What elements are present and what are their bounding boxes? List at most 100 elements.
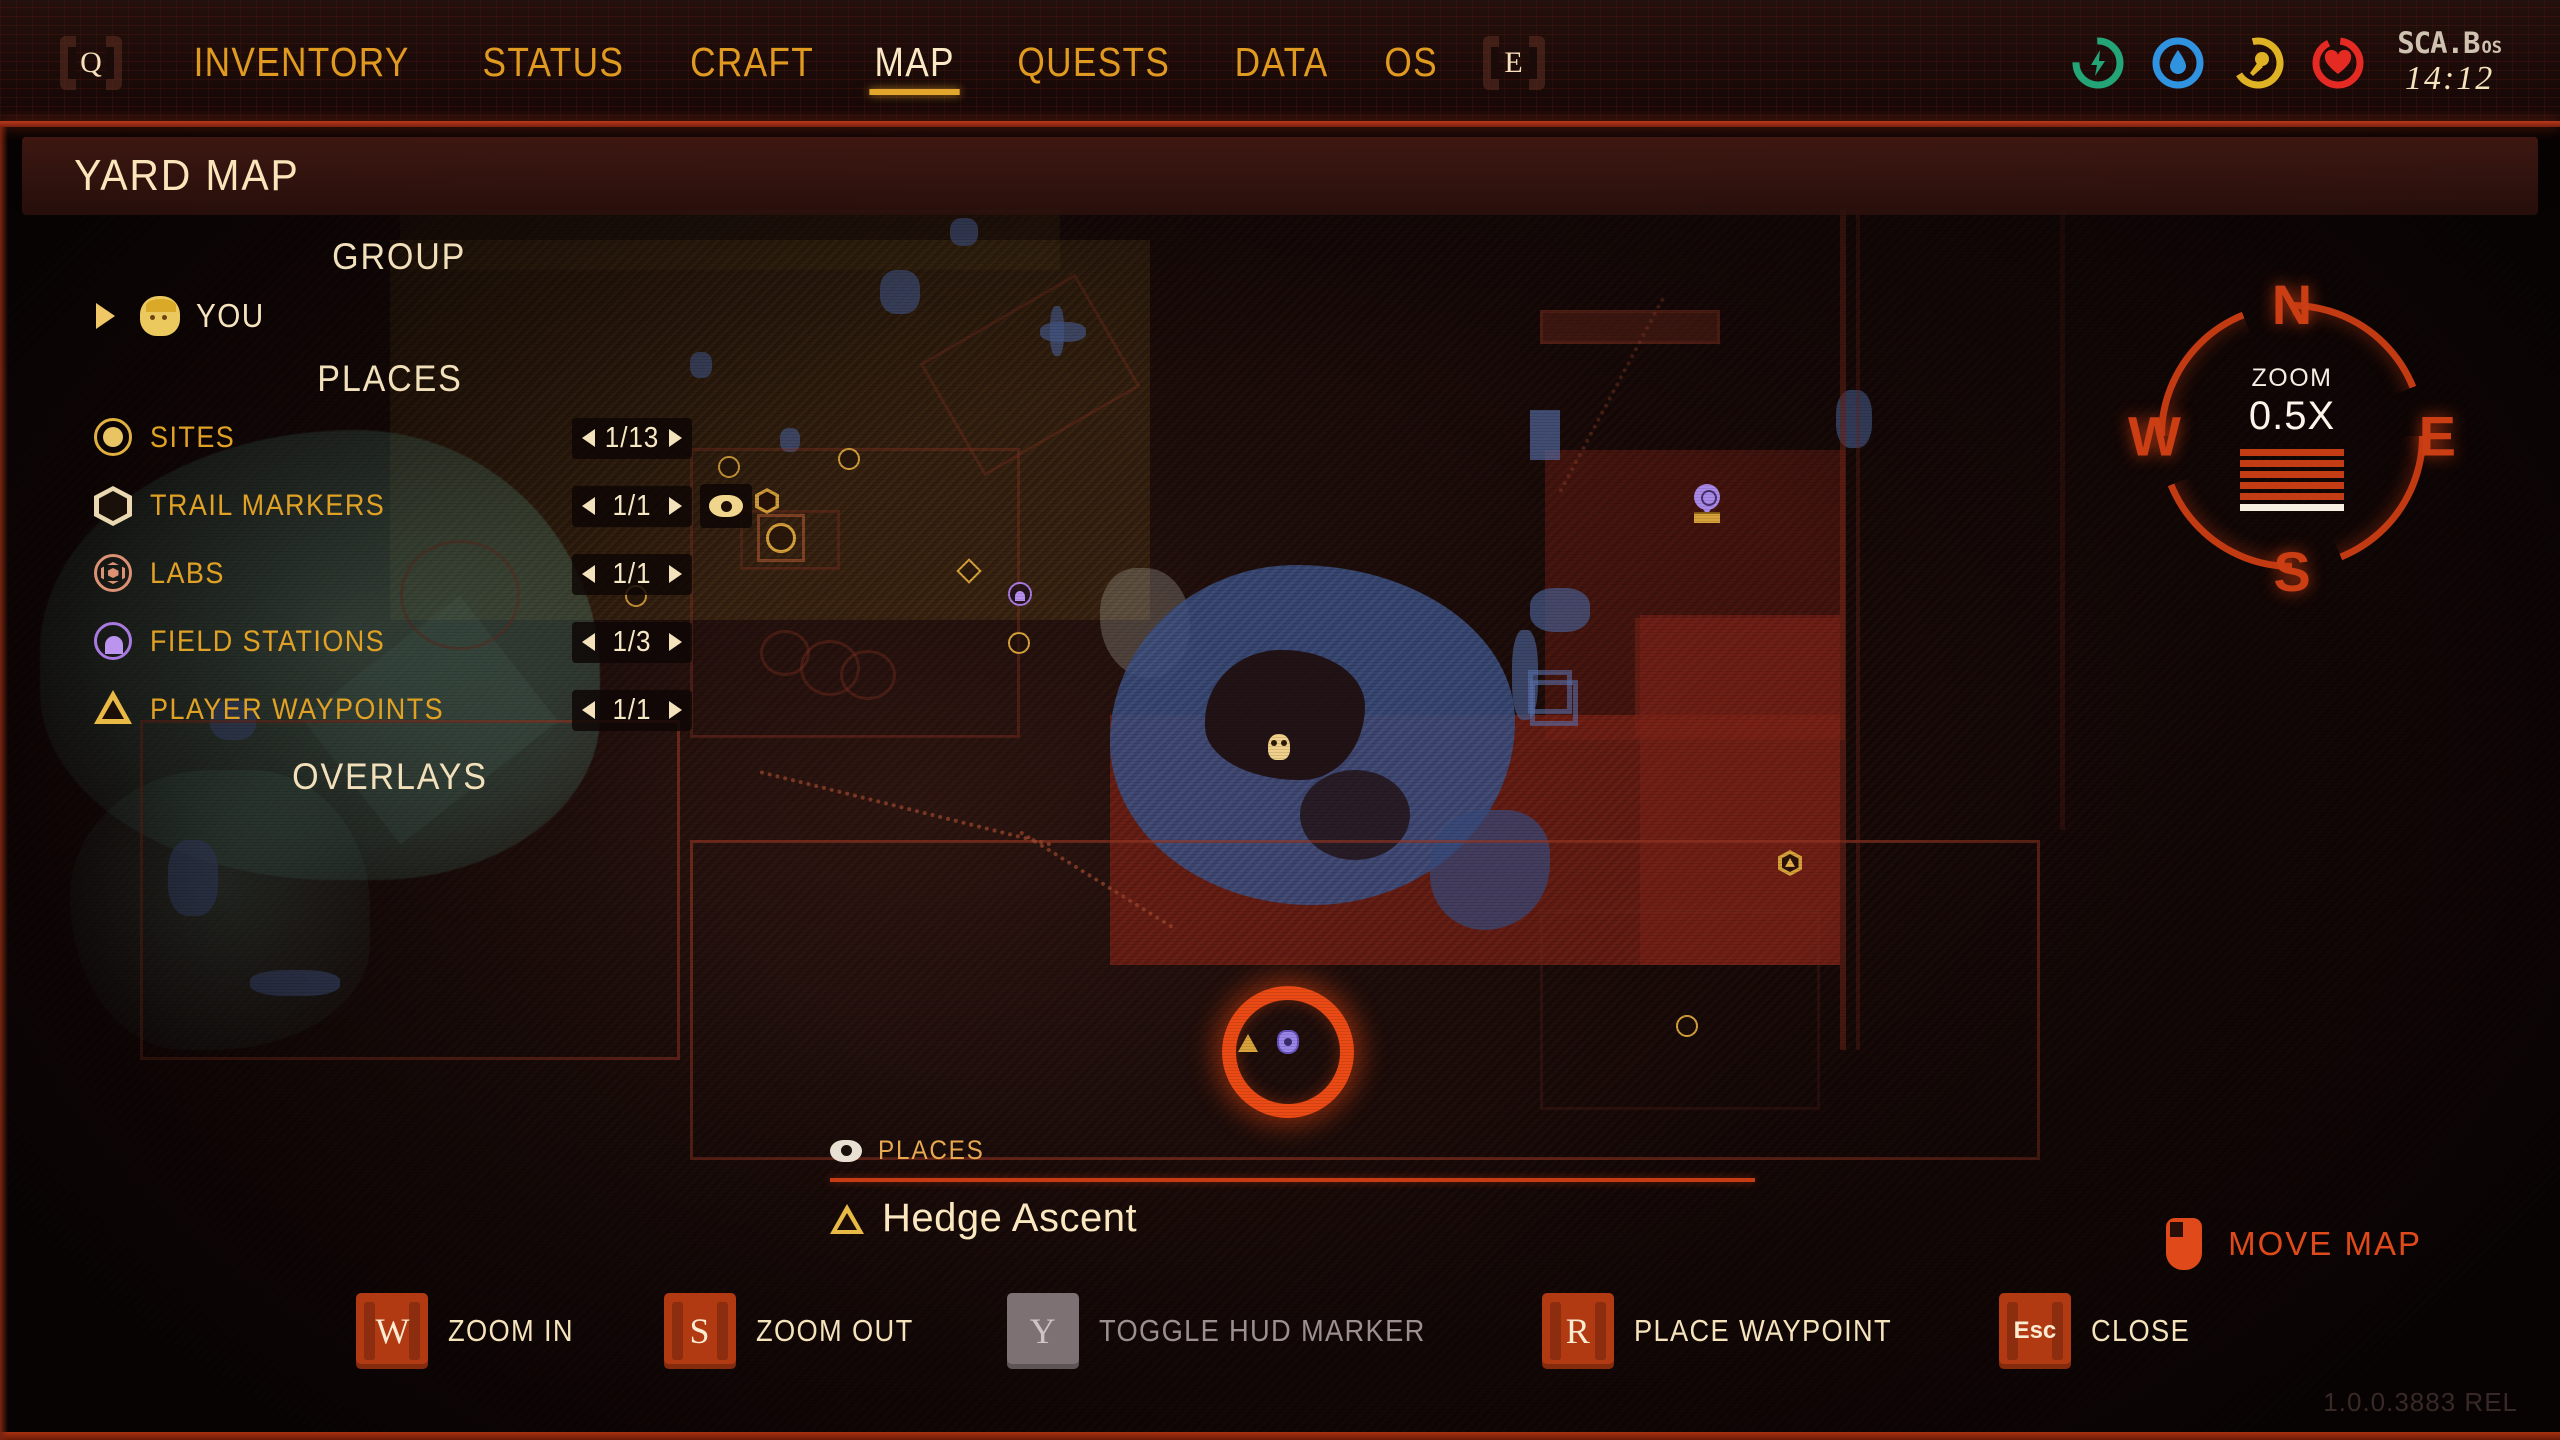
os-name: SCA.B [2397,26,2480,60]
key-r[interactable]: R [1541,1293,1614,1369]
bracket-left-icon [1482,35,1499,90]
divider [830,1178,1755,1182]
open-menu-key-badge[interactable]: Q [60,35,122,90]
legend-item-player-waypoints[interactable]: PLAYER WAYPOINTS 1/1 [0,676,780,744]
map-legend-panel: GROUP YOU PLACES SITES 1/13 TRAIL MARKER… [0,236,780,802]
toggle-visibility-button[interactable] [700,484,752,528]
pin-base [1694,511,1720,523]
selected-place-panel: PLACES Hedge Ascent [830,1135,1755,1241]
keybind-zoom-out[interactable]: S ZOOM OUT [663,1293,935,1369]
water-blob [950,218,978,246]
map-blue-block [1530,410,1560,460]
player-waypoints-count: 1/1 [612,693,652,726]
key-r-label: R [1565,1311,1590,1351]
selected-place-header: PLACES [830,1135,1755,1166]
key-y-label: Y [1029,1311,1056,1351]
site-marker[interactable] [838,448,860,470]
legend-item-field-stations[interactable]: FIELD STATIONS 1/3 [0,608,780,676]
prev-arrow-icon[interactable] [582,429,595,447]
map-shaft-line [1856,210,1860,1050]
key-w[interactable]: W [356,1293,429,1369]
legend-group-heading: GROUP [332,236,467,277]
legend-item-trail-markers[interactable]: TRAIL MARKERS 1/1 [0,472,780,540]
key-s-label: S [689,1311,710,1351]
map-shaft-line [2060,210,2065,830]
player-face-icon [140,296,180,336]
prev-arrow-icon[interactable] [582,701,595,719]
next-arrow-icon[interactable] [669,565,682,583]
selected-place-row[interactable]: Hedge Ascent [830,1196,1755,1241]
player-waypoint-icon [94,690,134,730]
map-screen: Q INVENTORY STATUS CRAFT MAP QUESTS DATA… [0,0,2560,1440]
field-station-marker[interactable] [1008,582,1032,606]
key-y: Y [1006,1293,1079,1369]
key-esc[interactable]: Esc [1998,1293,2071,1369]
map-shaft-line [1840,210,1846,1050]
keybind-toggle-hud-marker: Y TOGGLE HUD MARKER [1006,1293,1470,1369]
structure-outline-yard [690,840,2040,1160]
zoom-step-active [2240,504,2344,511]
map-blue-ring [1530,680,1578,726]
labs-counter[interactable]: 1/1 [572,553,692,595]
tab-craft[interactable]: CRAFT [671,25,833,101]
zoom-level-gauge[interactable] [2217,449,2367,511]
next-arrow-icon[interactable] [669,633,682,651]
expand-caret-icon[interactable] [96,303,115,329]
bracket-right-icon [106,35,122,90]
site-marker[interactable] [1008,632,1030,654]
keybind-bar: W ZOOM IN S ZOOM OUT Y TOGGLE HUD MARKER… [0,1286,2560,1376]
keybind-place-waypoint[interactable]: R PLACE WAYPOINT [1541,1293,1927,1369]
next-arrow-icon[interactable] [669,497,682,515]
close-menu-key-badge[interactable]: E [1482,35,1545,90]
zoom-step [2240,471,2344,478]
compass-west-label: W [2128,404,2181,468]
prev-arrow-icon[interactable] [582,497,595,515]
compass-east-label: E [2418,404,2456,468]
legend-trail-markers-label: TRAIL MARKERS [150,489,386,522]
trail-markers-count: 1/1 [612,489,652,522]
sites-counter[interactable]: 1/13 [572,417,692,459]
bracket-right-icon [1528,35,1545,90]
thirst-stat [2149,34,2207,92]
trail-markers-counter[interactable]: 1/1 [572,485,692,527]
field-station-marker-icon [94,622,134,662]
player-position-marker[interactable] [1277,1030,1299,1054]
sites-count: 1/13 [604,421,660,454]
key-esc-label: Esc [2013,1317,2057,1344]
close-menu-key-label: E [1504,45,1523,79]
tab-data[interactable]: DATA [1216,25,1348,101]
zoom-value: 0.5X [2248,394,2336,438]
tab-map[interactable]: MAP [856,25,974,101]
tab-os[interactable]: OS [1366,25,1457,101]
water-blob [880,270,920,314]
version-label: 1.0.0.3883 REL [2323,1387,2518,1417]
next-arrow-icon[interactable] [669,701,682,719]
structure-outline-faint [1540,910,1820,1110]
site-marker[interactable] [1676,1015,1698,1037]
keybind-close[interactable]: Esc CLOSE [1998,1293,2204,1369]
key-s[interactable]: S [663,1293,736,1369]
compass-north-label: N [2271,273,2313,336]
selected-waypoint-marker[interactable] [1238,1034,1258,1052]
status-indicators: SCA.B OS 14:12 [2069,29,2560,96]
legend-places-heading: PLACES [317,358,463,399]
keybind-zoom-in[interactable]: W ZOOM IN [356,1293,591,1369]
player-waypoints-counter[interactable]: 1/1 [572,689,692,731]
move-map-hint[interactable]: MOVE MAP [2166,1218,2422,1270]
pin-marker[interactable] [1694,483,1720,523]
legend-item-sites[interactable]: SITES 1/13 [0,404,780,472]
stamina-stat [2069,34,2127,92]
zoom-label: ZOOM [2251,364,2333,392]
skull-marker[interactable] [1268,734,1290,760]
prev-arrow-icon[interactable] [582,633,595,651]
legend-item-labs[interactable]: LABS 1/1 [0,540,780,608]
tab-status[interactable]: STATUS [464,25,643,101]
clock-time: 14:12 [2404,60,2495,97]
field-stations-counter[interactable]: 1/3 [572,621,692,663]
tab-quests[interactable]: QUESTS [999,25,1190,101]
prev-arrow-icon[interactable] [582,565,595,583]
legend-item-you[interactable]: YOU [0,282,780,350]
legend-overlays-heading: OVERLAYS [292,756,488,797]
tab-inventory[interactable]: INVENTORY [175,25,429,101]
next-arrow-icon[interactable] [669,429,682,447]
